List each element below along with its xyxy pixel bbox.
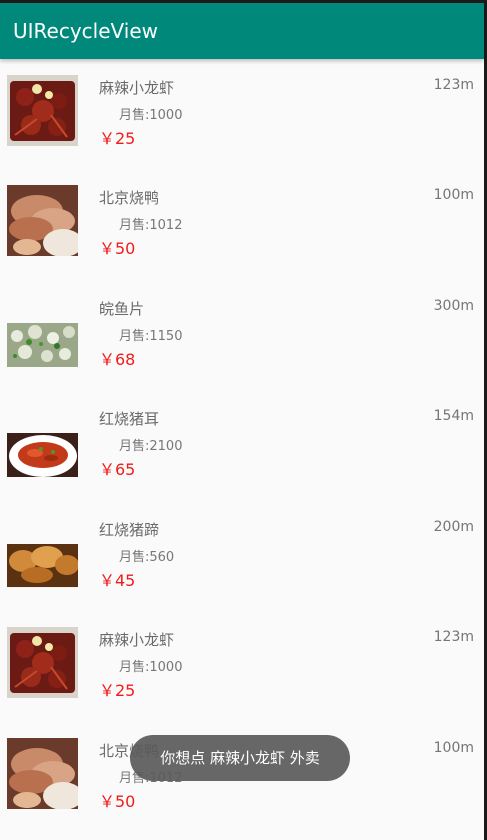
item-distance: 200m — [433, 519, 474, 535]
list-item[interactable]: 红烧猪蹄 月售:560 ￥45 200m — [0, 501, 484, 611]
crayfish-photo — [7, 75, 78, 146]
item-price: ￥50 — [99, 239, 136, 258]
item-price: ￥50 — [99, 792, 136, 811]
item-sales: 月售:2100 — [119, 439, 183, 454]
list-item[interactable]: 红烧猪耳 月售:2100 ￥65 154m — [0, 390, 484, 500]
item-name: 麻辣小龙虾 — [99, 79, 175, 97]
item-price: ￥68 — [99, 350, 136, 369]
roast-duck-photo — [7, 738, 78, 809]
item-price: ￥25 — [99, 129, 136, 148]
item-sales: 月售:1000 — [119, 660, 183, 675]
item-price: ￥25 — [99, 681, 136, 700]
item-price: ￥65 — [99, 460, 136, 479]
list-item[interactable]: 麻辣小龙虾 月售:1000 ￥25 123m — [0, 59, 484, 169]
item-name: 皖鱼片 — [99, 300, 145, 318]
item-distance: 123m — [433, 77, 474, 93]
item-distance: 123m — [433, 629, 474, 645]
fish-slices-photo — [7, 296, 78, 367]
crayfish-photo — [7, 627, 78, 698]
item-distance: 154m — [433, 408, 474, 424]
item-name: 红烧猪耳 — [99, 410, 160, 428]
toast-message: 你想点 麻辣小龙虾 外卖 — [130, 735, 350, 781]
braised-pig-ear-photo — [7, 406, 78, 477]
app-title: UIRecycleView — [13, 19, 158, 43]
item-name: 红烧猪蹄 — [99, 521, 160, 539]
list-item[interactable]: 皖鱼片 月售:1150 ￥68 300m — [0, 280, 484, 390]
list-item[interactable]: 北京烧鸭 月售:1012 ￥50 100m — [0, 169, 484, 279]
app-bar: UIRecycleView — [0, 3, 484, 59]
item-name: 北京烧鸭 — [99, 189, 160, 207]
item-sales: 月售:1000 — [119, 108, 183, 123]
item-distance: 300m — [433, 298, 474, 314]
braised-trotter-photo — [7, 517, 78, 588]
item-distance: 100m — [433, 187, 474, 203]
list-item[interactable]: 麻辣小龙虾 月售:1000 ￥25 123m — [0, 611, 484, 721]
item-sales: 月售:1012 — [119, 218, 183, 233]
item-sales: 月售:1150 — [119, 329, 183, 344]
item-name: 麻辣小龙虾 — [99, 631, 175, 649]
item-distance: 100m — [433, 740, 474, 756]
item-price: ￥45 — [99, 571, 136, 590]
item-sales: 月售:560 — [119, 550, 175, 565]
roast-duck-photo — [7, 185, 78, 256]
